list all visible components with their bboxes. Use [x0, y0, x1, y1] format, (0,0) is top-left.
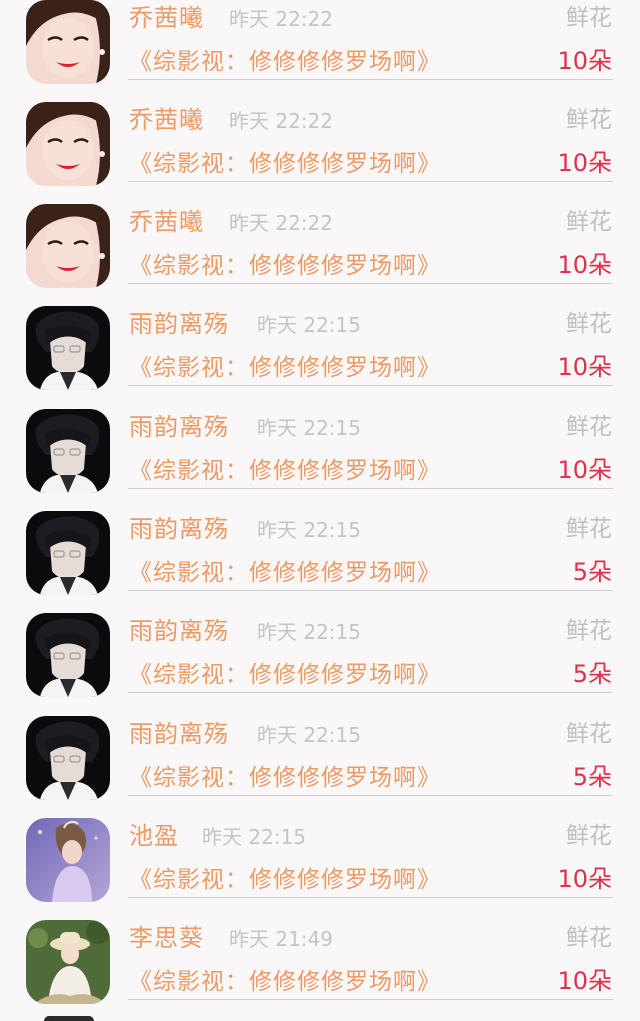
sender-name[interactable]: 雨韵离殇	[129, 714, 229, 749]
timestamp: 昨天 22:15	[257, 723, 361, 747]
book-title[interactable]: 《综影视：修修修修罗场啊》	[129, 42, 441, 76]
timestamp: 昨天 22:15	[257, 620, 361, 644]
sender-name[interactable]: 雨韵离殇	[129, 509, 229, 544]
timestamp: 昨天 21:49	[229, 927, 333, 951]
book-title[interactable]: 《综影视：修修修修罗场啊》	[129, 758, 441, 792]
sender-name[interactable]: 池盈	[129, 816, 179, 851]
gift-count: 5朵	[572, 558, 612, 586]
gift-count: 5朵	[572, 763, 612, 791]
gift-type-label: 鲜花	[566, 618, 612, 644]
avatar[interactable]	[26, 306, 110, 390]
sender-name[interactable]: 雨韵离殇	[129, 611, 229, 646]
divider	[128, 385, 613, 386]
gift-count: 5朵	[572, 660, 612, 688]
book-title[interactable]: 《综影视：修修修修罗场啊》	[129, 860, 441, 894]
list-item[interactable]: 雨韵离殇 昨天 22:15 鲜花 《综影视：修修修修罗场啊》 10朵	[0, 306, 640, 408]
divider	[128, 999, 613, 1000]
gift-count: 10朵	[557, 149, 612, 177]
gift-count: 10朵	[557, 967, 612, 995]
avatar[interactable]	[26, 818, 110, 902]
timestamp: 昨天 22:15	[202, 825, 306, 849]
gift-count: 10朵	[557, 865, 612, 893]
divider	[128, 590, 613, 591]
avatar[interactable]	[26, 920, 110, 1004]
sender-name[interactable]: 乔茜曦	[129, 0, 204, 33]
gift-count: 10朵	[557, 47, 612, 75]
gift-count: 10朵	[557, 456, 612, 484]
avatar[interactable]	[26, 511, 110, 595]
timestamp: 昨天 22:22	[229, 7, 333, 31]
gift-type-label: 鲜花	[566, 107, 612, 133]
book-title[interactable]: 《综影视：修修修修罗场啊》	[129, 246, 441, 280]
book-title[interactable]: 《综影视：修修修修罗场啊》	[129, 451, 441, 485]
divider	[128, 283, 613, 284]
list-item[interactable]: 乔茜曦 昨天 22:22 鲜花 《综影视：修修修修罗场啊》 10朵	[0, 102, 640, 204]
list-item[interactable]: 乔茜曦 昨天 22:22 鲜花 《综影视：修修修修罗场啊》 10朵	[0, 204, 640, 306]
gift-type-label: 鲜花	[566, 209, 612, 235]
avatar[interactable]	[26, 409, 110, 493]
avatar[interactable]	[26, 0, 110, 84]
divider	[128, 795, 613, 796]
divider	[128, 897, 613, 898]
sender-name[interactable]: 乔茜曦	[129, 202, 204, 237]
list-item[interactable]: 雨韵离殇 昨天 22:15 鲜花 《综影视：修修修修罗场啊》 5朵	[0, 716, 640, 818]
list-item[interactable]: 雨韵离殇 昨天 22:15 鲜花 《综影视：修修修修罗场啊》 5朵	[0, 511, 640, 613]
gift-count: 10朵	[557, 251, 612, 279]
gift-count: 10朵	[557, 353, 612, 381]
divider	[128, 488, 613, 489]
book-title[interactable]: 《综影视：修修修修罗场啊》	[129, 144, 441, 178]
timestamp: 昨天 22:15	[257, 313, 361, 337]
timestamp: 昨天 22:22	[229, 211, 333, 235]
list-item[interactable]: 雨韵离殇 昨天 22:15 鲜花 《综影视：修修修修罗场啊》 10朵	[0, 409, 640, 511]
book-title[interactable]: 《综影视：修修修修罗场啊》	[129, 553, 441, 587]
book-title[interactable]: 《综影视：修修修修罗场啊》	[129, 962, 441, 996]
divider	[128, 181, 613, 182]
avatar[interactable]	[26, 204, 110, 288]
gift-type-label: 鲜花	[566, 823, 612, 849]
next-avatar-peek	[44, 1016, 94, 1021]
book-title[interactable]: 《综影视：修修修修罗场啊》	[129, 348, 441, 382]
gift-type-label: 鲜花	[566, 721, 612, 747]
timestamp: 昨天 22:15	[257, 416, 361, 440]
gift-type-label: 鲜花	[566, 414, 612, 440]
sender-name[interactable]: 李思葵	[129, 918, 204, 953]
list-item[interactable]: 池盈 昨天 22:15 鲜花 《综影视：修修修修罗场啊》 10朵	[0, 818, 640, 920]
book-title[interactable]: 《综影视：修修修修罗场啊》	[129, 655, 441, 689]
sender-name[interactable]: 雨韵离殇	[129, 304, 229, 339]
gift-type-label: 鲜花	[566, 925, 612, 951]
avatar[interactable]	[26, 102, 110, 186]
gift-type-label: 鲜花	[566, 516, 612, 542]
list-item[interactable]: 李思葵 昨天 21:49 鲜花 《综影视：修修修修罗场啊》 10朵	[0, 920, 640, 1021]
gift-record-list: 乔茜曦 昨天 22:22 鲜花 《综影视：修修修修罗场啊》 10朵 乔茜曦 昨天…	[0, 0, 640, 1021]
sender-name[interactable]: 乔茜曦	[129, 100, 204, 135]
divider	[128, 692, 613, 693]
gift-type-label: 鲜花	[566, 311, 612, 337]
divider	[128, 79, 613, 80]
timestamp: 昨天 22:22	[229, 109, 333, 133]
list-item[interactable]: 乔茜曦 昨天 22:22 鲜花 《综影视：修修修修罗场啊》 10朵	[0, 0, 640, 102]
gift-type-label: 鲜花	[566, 5, 612, 31]
sender-name[interactable]: 雨韵离殇	[129, 407, 229, 442]
list-item[interactable]: 雨韵离殇 昨天 22:15 鲜花 《综影视：修修修修罗场啊》 5朵	[0, 613, 640, 715]
timestamp: 昨天 22:15	[257, 518, 361, 542]
avatar[interactable]	[26, 613, 110, 697]
avatar[interactable]	[26, 716, 110, 800]
